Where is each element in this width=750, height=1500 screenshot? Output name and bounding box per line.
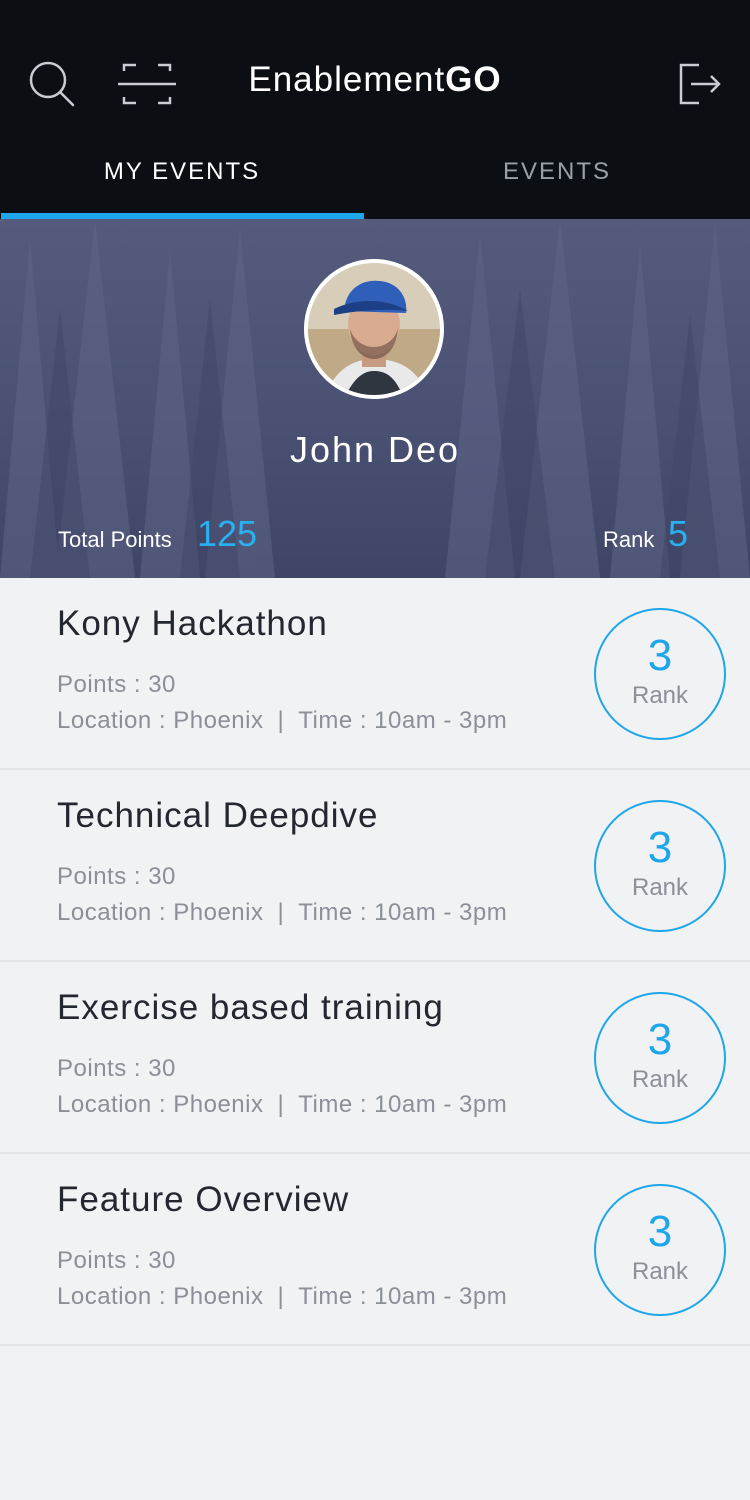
event-location: Location : Phoenix [57,899,264,926]
event-rank-value: 3 [647,1207,673,1256]
event-card[interactable]: Feature Overview Points : 30 Location : … [0,1154,750,1346]
event-rank-badge: 3 Rank [594,992,726,1124]
event-time: Time : 10am - 3pm [298,1283,508,1310]
tab-events[interactable]: EVENTS [364,140,750,219]
event-details: Location : Phoenix | Time : 10am - 3pm [57,707,507,735]
rank-label: Rank [603,527,655,552]
avatar [304,259,444,399]
event-time: Time : 10am - 3pm [298,899,508,926]
event-points: Points : 30 [57,1055,176,1082]
event-rank-label: Rank [631,1258,689,1285]
app-title: EnablementGO [0,60,750,100]
event-points: Points : 30 [57,863,176,890]
app-title-bold: GO [445,60,502,99]
event-rank-badge: 3 Rank [594,608,726,740]
user-portrait-icon [304,259,444,399]
total-points-label: Total Points [58,527,172,552]
event-rank-value: 3 [647,823,673,872]
profile-hero: John Deo Total Points 125 Rank 5 [0,219,750,578]
event-location: Location : Phoenix [57,1283,264,1310]
event-title: Technical Deepdive [57,796,379,835]
logout-icon [679,63,721,105]
details-separator: | [277,707,285,734]
event-title: Feature Overview [57,1180,350,1219]
event-rank-value: 3 [647,631,673,680]
event-rank-label: Rank [631,682,689,709]
event-details: Location : Phoenix | Time : 10am - 3pm [57,899,507,927]
rank-value: 5 [668,513,689,554]
event-time: Time : 10am - 3pm [298,707,508,734]
total-points-value: 125 [197,513,258,554]
event-card[interactable]: Kony Hackathon Points : 30 Location : Ph… [0,578,750,770]
event-rank-badge: 3 Rank [594,800,726,932]
logout-button[interactable] [674,58,726,110]
event-rank-label: Rank [631,874,689,901]
app-header: EnablementGO MY EVENTS EVENTS [0,0,750,219]
app-title-regular: Enablement [248,60,446,99]
event-location: Location : Phoenix [57,707,264,734]
user-name: John Deo [289,429,461,470]
event-location: Location : Phoenix [57,1091,264,1118]
details-separator: | [277,1283,285,1310]
event-rank-value: 3 [647,1015,673,1064]
event-points: Points : 30 [57,1247,176,1274]
event-points: Points : 30 [57,671,176,698]
event-rank-badge: 3 Rank [594,1184,726,1316]
event-rank-label: Rank [631,1066,689,1093]
details-separator: | [277,899,285,926]
event-details: Location : Phoenix | Time : 10am - 3pm [57,1091,507,1119]
details-separator: | [277,1091,285,1118]
event-details: Location : Phoenix | Time : 10am - 3pm [57,1283,507,1311]
tab-bar: MY EVENTS EVENTS [0,140,750,219]
event-title: Kony Hackathon [57,604,328,643]
event-time: Time : 10am - 3pm [298,1091,508,1118]
event-list: Kony Hackathon Points : 30 Location : Ph… [0,578,750,1346]
event-card[interactable]: Exercise based training Points : 30 Loca… [0,962,750,1154]
event-title: Exercise based training [57,988,444,1027]
event-card[interactable]: Technical Deepdive Points : 30 Location … [0,770,750,962]
tab-my-events[interactable]: MY EVENTS [0,140,364,219]
